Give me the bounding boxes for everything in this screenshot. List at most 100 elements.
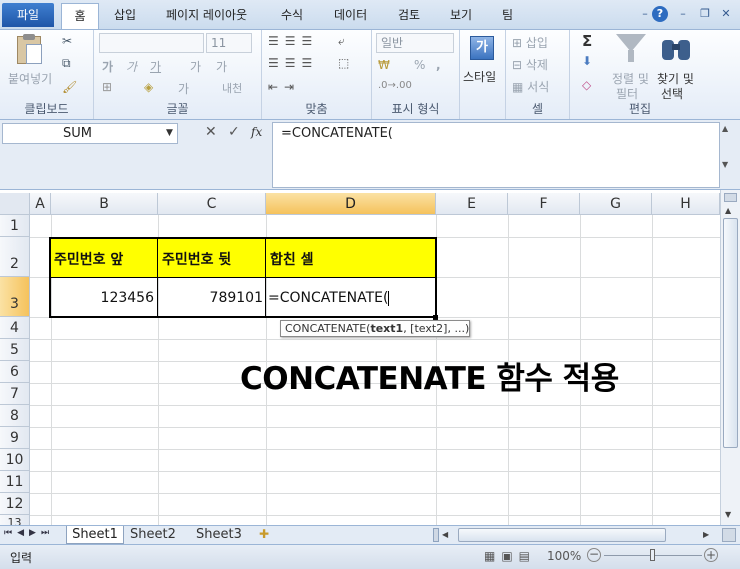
- format-cells-button[interactable]: ▦ 서식: [512, 78, 549, 95]
- tab-home[interactable]: 홈: [61, 3, 99, 30]
- cut-icon[interactable]: ✂: [62, 34, 72, 48]
- help-icon[interactable]: ?: [652, 6, 668, 22]
- scroll-up-icon[interactable]: ▲: [725, 206, 731, 215]
- cancel-icon[interactable]: ✕: [205, 124, 217, 140]
- tooltip-function[interactable]: CONCATENATE(: [285, 322, 370, 335]
- row-header[interactable]: 4: [0, 317, 30, 339]
- autosum-icon[interactable]: Σ: [582, 32, 592, 50]
- tab-page-layout[interactable]: 페이지 레이아웃: [166, 6, 247, 23]
- number-format-select[interactable]: 일반: [376, 33, 454, 53]
- percent-button[interactable]: %: [414, 58, 425, 72]
- formula-input[interactable]: =CONCATENATE(: [272, 122, 720, 188]
- comma-button[interactable]: ,: [436, 58, 441, 72]
- column-header[interactable]: G: [580, 193, 652, 215]
- row-header[interactable]: 2: [0, 237, 30, 277]
- sheet-tab-1[interactable]: Sheet1: [66, 526, 124, 544]
- cell-D2[interactable]: 합친 셀: [270, 249, 314, 269]
- merge-cells-icon[interactable]: ⬚: [338, 56, 349, 70]
- horizontal-scroll-thumb[interactable]: [458, 528, 666, 542]
- tab-view[interactable]: 보기: [450, 6, 472, 23]
- sheet-nav-icons[interactable]: ⏮◀▶⏭: [4, 528, 54, 538]
- copy-icon[interactable]: ⧉: [62, 56, 71, 71]
- font-size-select[interactable]: 11: [206, 33, 252, 53]
- fill-icon[interactable]: ⬇: [582, 54, 592, 68]
- zoom-level[interactable]: 100%: [547, 549, 581, 563]
- increase-decimal-icon[interactable]: .0→.00: [378, 80, 412, 91]
- row-header[interactable]: 9: [0, 427, 30, 449]
- row-header[interactable]: 12: [0, 493, 30, 515]
- wrap-text-icon[interactable]: ⤶: [338, 34, 345, 49]
- cell-B2[interactable]: 주민번호 앞: [54, 249, 123, 269]
- name-box[interactable]: SUM: [2, 123, 178, 144]
- shrink-font-button[interactable]: 가: [216, 58, 227, 75]
- font-color-icon[interactable]: 가: [178, 80, 189, 97]
- row-header[interactable]: 7: [0, 383, 30, 405]
- tab-review[interactable]: 검토: [398, 6, 420, 23]
- scroll-right-icon[interactable]: ▶: [703, 530, 709, 539]
- tab-split-handle[interactable]: [433, 528, 439, 542]
- cell-B3[interactable]: 123456: [52, 290, 154, 306]
- insert-cells-button[interactable]: ⊞ 삽입: [512, 34, 548, 51]
- font-name-select[interactable]: [99, 33, 204, 53]
- sheet-tab-3[interactable]: Sheet3: [196, 527, 242, 542]
- styles-button[interactable]: 스타일: [463, 68, 496, 85]
- tab-insert[interactable]: 삽입: [114, 6, 136, 23]
- tab-team[interactable]: 팀: [502, 6, 513, 23]
- row-header[interactable]: 10: [0, 449, 30, 471]
- tab-file[interactable]: 파일: [2, 3, 54, 27]
- column-header[interactable]: H: [652, 193, 720, 215]
- border-icon[interactable]: ⊞: [102, 80, 112, 94]
- cell-C3[interactable]: 789101: [160, 290, 263, 306]
- column-header[interactable]: C: [158, 193, 266, 215]
- row-header[interactable]: 13: [0, 515, 30, 525]
- italic-button[interactable]: 가: [126, 58, 137, 75]
- vertical-scroll-thumb[interactable]: [723, 218, 738, 448]
- scroll-left-icon[interactable]: ◀: [442, 530, 448, 539]
- column-header[interactable]: E: [436, 193, 508, 215]
- zoom-out-icon[interactable]: −: [587, 548, 601, 562]
- view-buttons[interactable]: ▦▣▤: [484, 549, 536, 563]
- tooltip-arg1[interactable]: text1: [370, 322, 403, 335]
- scroll-down-icon[interactable]: ▼: [725, 510, 731, 519]
- styles-icon[interactable]: 가: [470, 36, 494, 60]
- format-painter-icon[interactable]: 🖌: [62, 80, 77, 94]
- select-all-corner[interactable]: [0, 193, 30, 215]
- close-window-icon[interactable]: ✕: [718, 6, 734, 22]
- horizontal-align-icons[interactable]: ☰☰☰: [268, 56, 318, 70]
- tab-data[interactable]: 데이터: [334, 6, 367, 23]
- sheet-tab-2[interactable]: Sheet2: [130, 527, 176, 542]
- split-box-horizontal[interactable]: [722, 528, 736, 542]
- currency-icon[interactable]: ₩: [378, 58, 390, 72]
- fill-color-icon[interactable]: ◈: [144, 80, 153, 94]
- worksheet-grid[interactable]: A B C D E F G H 1 2 3 4 5 6 7 8 9 10 11 …: [0, 190, 720, 525]
- indent-icons[interactable]: ⇤⇥: [268, 80, 300, 94]
- insert-sheet-icon[interactable]: ✚: [259, 527, 269, 541]
- paste-icon[interactable]: [14, 34, 44, 66]
- underline-button[interactable]: 가: [150, 58, 161, 75]
- vertical-align-icons[interactable]: ☰☰☰: [268, 34, 318, 48]
- column-header[interactable]: B: [51, 193, 158, 215]
- bold-button[interactable]: 가: [102, 58, 113, 75]
- delete-cells-button[interactable]: ⊟ 삭제: [512, 56, 548, 73]
- column-header[interactable]: F: [508, 193, 580, 215]
- cell-C2[interactable]: 주민번호 뒷: [162, 249, 231, 269]
- tab-formulas[interactable]: 수식: [281, 6, 303, 23]
- sort-filter-icon[interactable]: [616, 34, 646, 64]
- insert-function-button[interactable]: fx: [251, 125, 262, 139]
- zoom-slider-thumb[interactable]: [650, 549, 655, 561]
- clear-icon[interactable]: ◇: [582, 78, 591, 92]
- split-box[interactable]: [724, 193, 737, 202]
- grow-font-button[interactable]: 가: [190, 58, 201, 75]
- row-header[interactable]: 3: [0, 277, 30, 317]
- cell-D3[interactable]: =CONCATENATE(: [268, 290, 390, 306]
- row-header[interactable]: 1: [0, 215, 30, 237]
- find-select-icon[interactable]: [662, 36, 690, 62]
- row-header[interactable]: 11: [0, 471, 30, 493]
- restore-window-icon[interactable]: ❐: [697, 6, 713, 22]
- paste-button[interactable]: 붙여넣기: [8, 70, 52, 87]
- row-header[interactable]: 6: [0, 361, 30, 383]
- enter-icon[interactable]: ✓: [228, 124, 240, 140]
- row-header[interactable]: 5: [0, 339, 30, 361]
- column-header[interactable]: A: [30, 193, 51, 215]
- vertical-scrollbar[interactable]: ▲ ▼: [720, 190, 740, 525]
